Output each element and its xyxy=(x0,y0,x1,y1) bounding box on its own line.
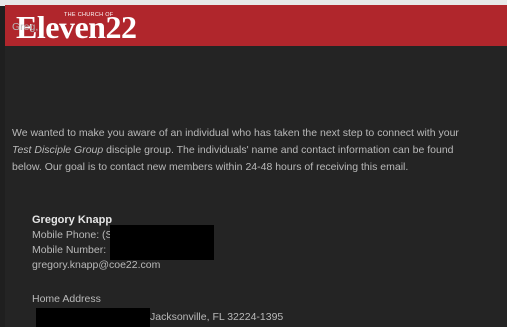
address-city-line: Jacksonville, FL 32224-1395 xyxy=(150,311,284,323)
paragraph-line-2-rest: disciple group. The individuals' name an… xyxy=(103,144,454,156)
paragraph-line-3: below. Our goal is to contact new member… xyxy=(12,161,409,173)
redaction-street-address xyxy=(36,308,150,327)
email-header-banner: THE CHURCH OF Eleven22 xyxy=(5,5,507,46)
paragraph-line-2: Test Disciple Group disciple group. The … xyxy=(12,143,459,160)
redaction-phone xyxy=(110,225,214,260)
email-window: THE CHURCH OF Eleven22 Greg, We wanted t… xyxy=(0,0,507,327)
home-address-label: Home Address xyxy=(32,293,101,305)
email-body xyxy=(5,46,507,327)
group-name: Test Disciple Group xyxy=(12,144,104,156)
email-greeting: Greg, xyxy=(12,21,39,33)
email-paragraph: We wanted to make you aware of an indivi… xyxy=(12,126,459,177)
contact-email-link[interactable]: gregory.knapp@coe22.com xyxy=(32,258,160,273)
paragraph-line-1: We wanted to make you aware of an indivi… xyxy=(12,127,459,139)
